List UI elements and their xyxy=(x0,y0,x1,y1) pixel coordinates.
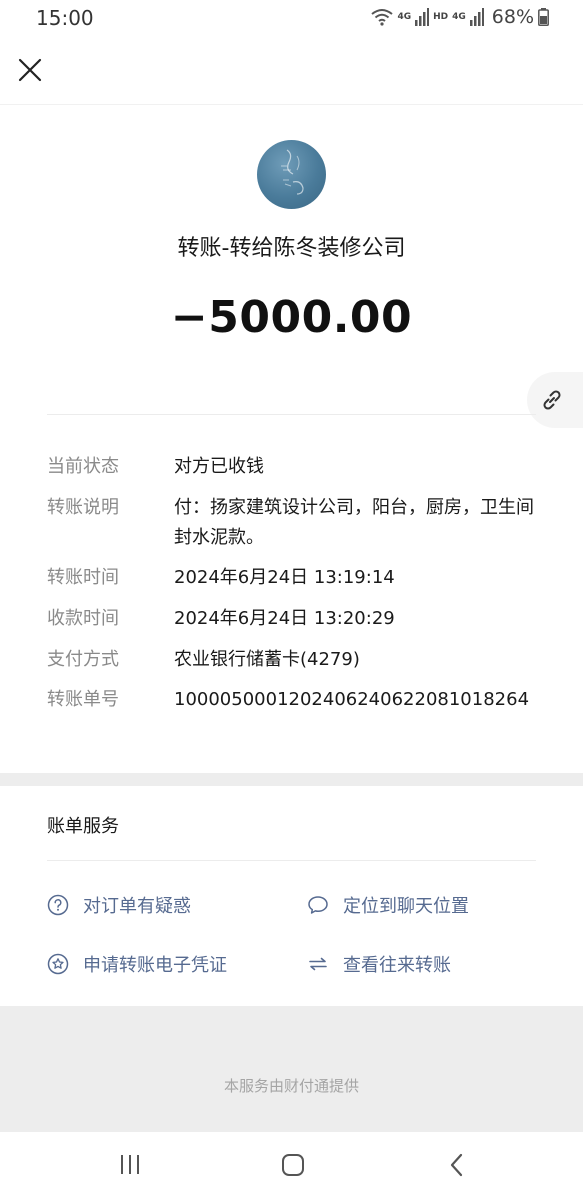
detail-label: 转账说明 xyxy=(47,497,119,518)
detail-value[interactable]: 1000050001202406240622081018264 xyxy=(174,685,534,715)
link-icon xyxy=(543,390,561,410)
detail-label: 支付方式 xyxy=(47,649,119,670)
services-divider xyxy=(47,860,536,861)
amount-divider xyxy=(47,414,536,415)
exchange-arrows-icon xyxy=(309,957,327,971)
network-type-1: 4G xyxy=(397,12,412,22)
question-circle-icon xyxy=(47,894,69,916)
wifi-icon xyxy=(371,9,394,26)
home-button[interactable] xyxy=(280,1152,306,1182)
battery-percent: 68% xyxy=(491,6,534,28)
payee-avatar xyxy=(257,140,326,209)
detail-value: 农业银行储蓄卡(4279) xyxy=(174,649,360,670)
footer-area xyxy=(0,1006,583,1132)
hd-label: HD xyxy=(433,12,449,22)
order-question-button[interactable]: 对订单有疑惑 xyxy=(47,892,191,918)
transfer-title: 转账-转给陈冬装修公司 xyxy=(177,236,406,261)
detail-label: 转账单号 xyxy=(47,689,119,710)
home-icon xyxy=(282,1154,304,1176)
detail-value: 2024年6月24日 13:19:14 xyxy=(174,567,395,588)
status-time: 15:00 xyxy=(36,6,94,30)
detail-value: 对方已收钱 xyxy=(174,456,264,477)
section-separator xyxy=(0,773,583,786)
copy-link-button[interactable] xyxy=(527,372,583,428)
locate-chat-button[interactable]: 定位到聊天位置 xyxy=(307,892,469,918)
back-button[interactable] xyxy=(445,1152,469,1182)
service-label: 申请转账电子凭证 xyxy=(83,955,227,976)
close-button[interactable] xyxy=(16,56,44,84)
recent-apps-button[interactable] xyxy=(118,1152,142,1182)
signal-icon xyxy=(415,8,430,26)
detail-value: 付：扬家建筑设计公司，阳台，厨房，卫生间封水泥款。 xyxy=(174,497,534,548)
service-label: 定位到聊天位置 xyxy=(343,896,469,917)
status-bar: 15:00 4G HD 4G 68% xyxy=(0,0,583,36)
back-icon xyxy=(450,1153,463,1177)
recent-apps-icon xyxy=(121,1155,139,1174)
status-icons: 4G HD 4G 68% xyxy=(371,6,549,28)
battery-icon xyxy=(538,8,549,26)
system-nav-bar xyxy=(0,1132,583,1200)
transfer-detail-screen: 15:00 4G HD 4G 68% 转账-转给陈冬装修公司 −5000.00 … xyxy=(0,0,583,1200)
signal-icon-2 xyxy=(469,8,484,26)
footer-provider-text: 本服务由财付通提供 xyxy=(223,1077,359,1095)
avatar-artwork xyxy=(281,149,304,195)
star-badge-icon xyxy=(47,953,69,975)
view-transfers-button[interactable]: 查看往来转账 xyxy=(307,951,451,977)
detail-label: 转账时间 xyxy=(47,567,119,588)
service-label: 查看往来转账 xyxy=(343,955,451,976)
transfer-amount: −5000.00 xyxy=(170,292,413,343)
network-type-2: 4G xyxy=(452,12,466,22)
request-voucher-button[interactable]: 申请转账电子凭证 xyxy=(47,951,227,977)
detail-label: 当前状态 xyxy=(47,456,119,477)
service-label: 对订单有疑惑 xyxy=(83,896,191,917)
close-icon xyxy=(18,58,42,82)
detail-value: 2024年6月24日 13:20:29 xyxy=(174,608,395,629)
chat-bubble-icon xyxy=(308,896,328,914)
bill-services-title: 账单服务 xyxy=(47,816,119,837)
header-divider xyxy=(0,104,583,105)
detail-label: 收款时间 xyxy=(47,608,119,629)
